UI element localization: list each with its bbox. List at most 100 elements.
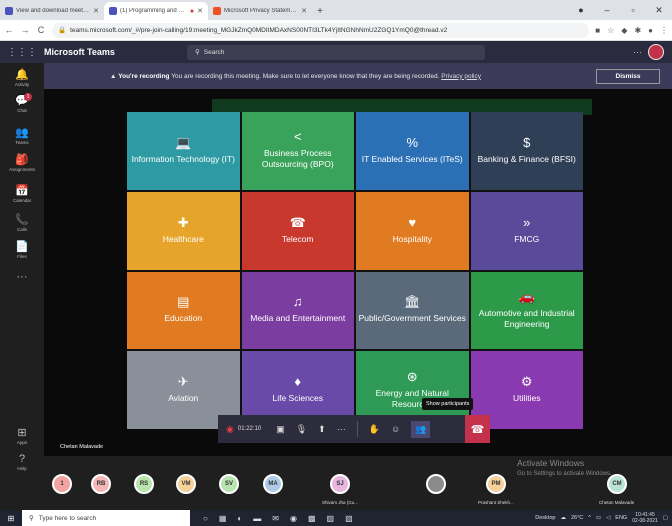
dismiss-button[interactable]: Dismiss [596, 69, 660, 84]
privacy-policy-link[interactable]: Privacy policy [441, 73, 481, 80]
participant-avatar[interactable]: CM [607, 474, 627, 494]
share-button[interactable]: ⬆ [318, 424, 326, 435]
leave-call-button[interactable]: ☎ [465, 415, 490, 443]
avatar[interactable] [648, 44, 664, 60]
store-icon[interactable]: ▦ [219, 514, 227, 523]
forward-icon[interactable]: → [20, 25, 30, 35]
menu-icon[interactable]: ⋮ [660, 26, 668, 35]
notifications-icon[interactable]: ▢ [663, 515, 668, 521]
app-launcher-icon[interactable]: ⋮⋮⋮ [0, 47, 44, 58]
participant-avatar[interactable]: RB [91, 474, 111, 494]
mail-icon[interactable]: ✉ [272, 514, 279, 523]
help-icon: ? [18, 453, 26, 465]
address-bar: ← → C 🔒 teams.microsoft.com/_#/pre-join-… [0, 20, 672, 41]
close-tab-icon[interactable]: ✕ [197, 7, 203, 15]
participant-avatar[interactable]: MA [263, 474, 283, 494]
windows-start-icon[interactable]: ⊞ [0, 514, 22, 523]
tile-label: FMCG [514, 233, 540, 244]
search-input[interactable]: ⚲ Search [187, 44, 485, 60]
slide-tile: 🚗 Automotive and Industrial Engineering [470, 271, 583, 350]
camera-off-button[interactable]: ▣ [276, 424, 285, 435]
excel-icon[interactable]: ▧ [345, 514, 353, 523]
raise-hand-button[interactable]: ✋ [369, 424, 380, 435]
close-tab-icon[interactable]: ✕ [93, 7, 99, 15]
photos-icon[interactable]: ▨ [327, 514, 335, 523]
browser-tab-2[interactable]: (1) Programming and Proble... ● ✕ [104, 2, 208, 20]
weather-icon: ☁ [560, 515, 566, 521]
chevrons-icon: » [523, 214, 531, 230]
heart-icon: ♥ [408, 214, 417, 230]
tray-arrow-icon[interactable]: ^ [588, 515, 591, 521]
rail-item-more[interactable]: ··· [0, 271, 44, 283]
star-icon[interactable]: ☆ [607, 26, 614, 35]
more-actions-button[interactable]: ··· [337, 424, 346, 434]
account-icon[interactable]: ● [648, 26, 653, 35]
search-placeholder: Search [203, 48, 225, 56]
participant-avatar[interactable] [426, 474, 446, 494]
rail-item-files[interactable]: 📄 Files [0, 241, 44, 259]
edge-icon[interactable]: ◐ [237, 514, 242, 523]
participant-avatar[interactable]: RS [134, 474, 154, 494]
industry-slide: 💻 Information Technology (IT) < Business Pr… [127, 112, 583, 429]
extension-icon[interactable]: ◆ [621, 26, 627, 35]
rail-item-chat[interactable]: 1 💬 Chat [0, 93, 44, 113]
tab-title: Microsoft Privacy Statement – Mi... [224, 8, 299, 14]
chat-icon: 💬 [15, 95, 29, 107]
file-icon: 📄 [15, 241, 29, 253]
rail-item-activity[interactable]: 🔔 Activity [0, 69, 44, 87]
unread-badge: 1 [24, 93, 32, 101]
shared-content-stage: 💻 Information Technology (IT) < Business Pr… [44, 89, 672, 456]
apps-icon: ⊞ [17, 427, 27, 439]
more-options-button[interactable]: ··· [633, 47, 642, 57]
slide-tile: » FMCG [470, 191, 583, 270]
taskbar-search-input[interactable]: ⚲ Type here to search [22, 510, 190, 526]
participant-avatar[interactable]: SV [219, 474, 239, 494]
chrome-icon[interactable]: ◉ [290, 514, 297, 523]
maximize-button[interactable]: ▫ [620, 5, 646, 15]
participant-avatar[interactable]: SJ [330, 474, 350, 494]
tab-title: (1) Programming and Proble... [120, 8, 187, 14]
language-indicator[interactable]: ENG [615, 515, 627, 521]
puzzle-icon[interactable]: ✱ [634, 26, 641, 35]
minimize-button[interactable]: – [594, 5, 620, 15]
rail-item-help[interactable]: ? Help [0, 453, 44, 471]
teams-favicon-icon [109, 7, 117, 15]
show-participants-button[interactable]: 👥 [411, 420, 431, 438]
new-tab-button[interactable]: + [312, 2, 328, 20]
task-view-icon[interactable]: ○ [203, 514, 208, 523]
close-tab-icon[interactable]: ✕ [301, 7, 307, 15]
browser-tab-3[interactable]: Microsoft Privacy Statement – Mi... ✕ [208, 2, 312, 20]
teams-taskbar-icon[interactable]: ▩ [308, 514, 316, 523]
rail-item-teams[interactable]: 👥 Teams [0, 127, 44, 145]
volume-icon[interactable]: ◁ [606, 515, 610, 521]
browser-tab-1[interactable]: View and download meeting atte... ✕ [0, 2, 104, 20]
participant-avatar[interactable]: 1 [52, 474, 72, 494]
file-explorer-icon[interactable]: ▬ [253, 514, 261, 523]
close-window-button[interactable]: ✕ [646, 5, 672, 16]
participant-avatar[interactable]: VM [176, 474, 196, 494]
network-icon[interactable]: ▭ [596, 515, 601, 521]
back-icon[interactable]: ← [4, 25, 14, 35]
desktop-label[interactable]: Desktop [535, 515, 555, 521]
profile-icon[interactable]: ● [568, 5, 594, 15]
mic-off-button[interactable]: 🎙 [296, 424, 307, 435]
camera-icon[interactable]: ■ [595, 26, 600, 35]
rail-item-calls[interactable]: 📞 Calls [0, 214, 44, 232]
url-field[interactable]: 🔒 teams.microsoft.com/_#/pre-join-callin… [52, 22, 590, 38]
clock[interactable]: 10:41:45 02-08-2021 [632, 512, 658, 524]
recording-banner: ▲ You're recording You are recording thi… [44, 63, 672, 89]
teams-header: ⋮⋮⋮ Microsoft Teams ⚲ Search ··· [0, 41, 672, 63]
chat-button[interactable]: ☺ [391, 424, 400, 434]
participant-avatar[interactable]: PM [486, 474, 506, 494]
rail-item-apps[interactable]: ⊞ Apps [0, 427, 44, 445]
rail-item-calendar[interactable]: 📅 Calendar [0, 185, 44, 203]
reload-icon[interactable]: C [36, 25, 46, 35]
microsoft-favicon-icon [213, 7, 221, 15]
divider [356, 421, 358, 437]
rail-item-assignments[interactable]: 🎒 Assignments [0, 154, 44, 172]
weather-temp[interactable]: 26°C [571, 515, 583, 521]
more-icon: ··· [16, 271, 28, 283]
participant-name: Shivam Jha (Gu... [322, 500, 359, 505]
teams-favicon-icon [5, 7, 13, 15]
left-rail: 🔔 Activity 1 💬 Chat 👥 Teams 🎒 Assignment… [0, 63, 44, 510]
